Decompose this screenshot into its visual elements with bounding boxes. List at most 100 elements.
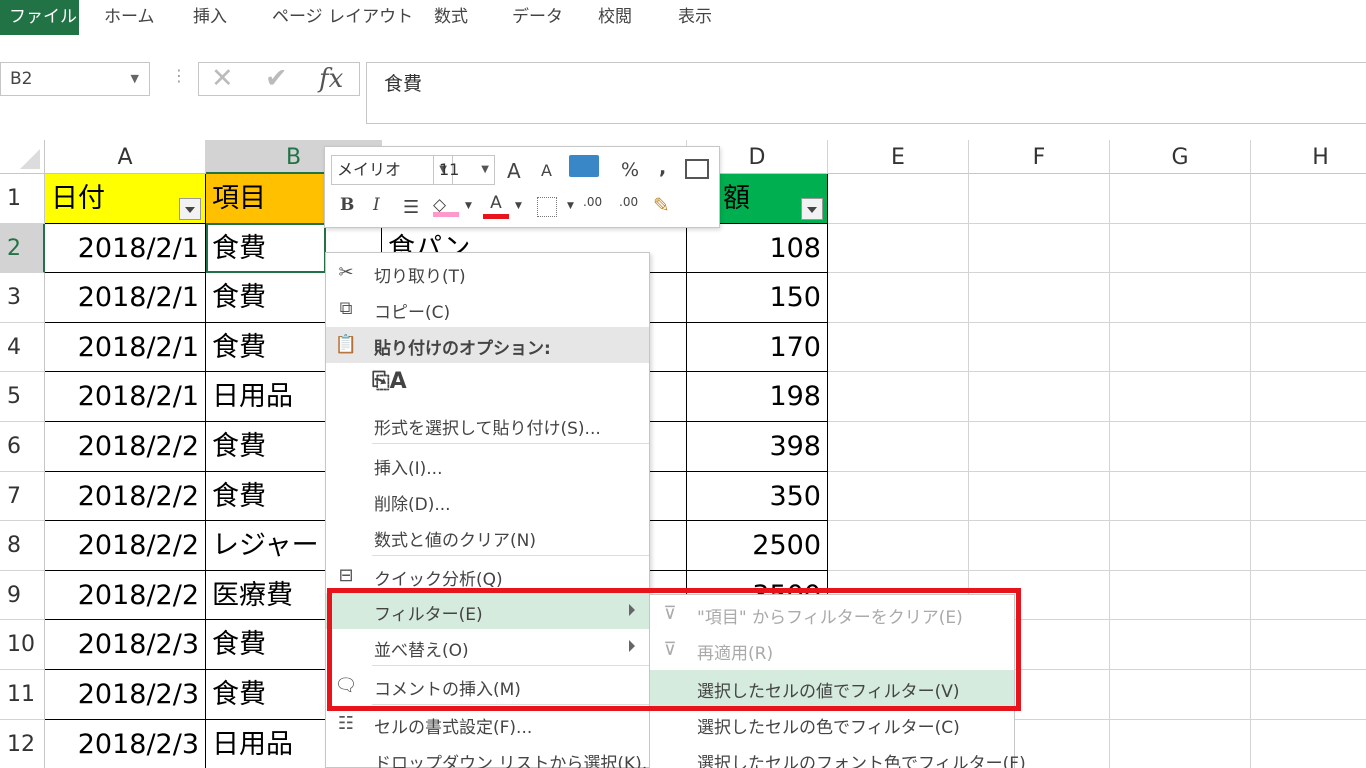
empty-cell[interactable] [1251,224,1366,274]
menu-item-format-cells[interactable]: ☷ セルの書式設定(F)... [326,706,649,742]
empty-cell[interactable] [1251,571,1366,621]
empty-cell[interactable] [969,471,1110,522]
row-header[interactable]: 12 [0,719,45,768]
table-cell-date[interactable]: 2018/2/1 [45,273,206,323]
empty-cell[interactable] [1251,372,1366,422]
empty-cell[interactable] [828,273,969,323]
table-cell-date[interactable]: 2018/2/3 [45,719,206,768]
empty-cell[interactable] [828,372,969,422]
formula-input[interactable]: 食費 [366,62,1366,124]
col-header-g[interactable]: G [1110,140,1251,174]
table-cell-amount[interactable]: 170 [687,322,828,373]
col-header-e[interactable]: E [828,140,969,174]
align-center-icon[interactable]: ☰ [403,197,419,218]
grip-icon[interactable]: ⋮ [171,66,187,85]
empty-cell[interactable] [1110,174,1251,224]
percent-icon[interactable]: % [621,159,639,181]
comma-icon[interactable]: , [659,157,666,179]
empty-cell[interactable] [1110,670,1251,720]
insert-function-icon[interactable]: fx [319,63,343,95]
empty-cell[interactable] [1251,323,1366,373]
empty-cell[interactable] [828,223,969,274]
menu-item-cut[interactable]: ✂ 切り取り(T) [326,255,649,291]
borders-icon[interactable] [537,197,557,217]
table-cell-amount[interactable]: 398 [687,422,828,472]
bold-icon[interactable]: B [340,195,354,215]
format-icon[interactable] [685,159,709,179]
font-color-icon[interactable]: A [483,193,509,219]
empty-cell[interactable] [1110,471,1251,522]
fill-color-icon[interactable]: ◇ [433,195,459,217]
table-cell-date[interactable]: 2018/2/1 [45,372,206,422]
table-cell-date[interactable]: 2018/2/2 [45,570,206,621]
table-cell-date[interactable]: 2018/2/1 [45,322,206,373]
tab-review[interactable]: 校閲 [598,0,632,35]
chevron-down-icon[interactable]: ▼ [465,201,472,211]
empty-cell[interactable] [1251,720,1366,768]
empty-cell[interactable] [1110,719,1251,768]
filter-dropdown-button[interactable] [801,197,823,220]
format-painter-icon[interactable]: ✎ [653,193,670,217]
tab-view[interactable]: 表示 [678,0,712,35]
empty-cell[interactable] [969,322,1110,373]
font-size-box[interactable]: 11 ▼ [433,155,495,185]
chevron-down-icon[interactable]: ▼ [481,156,489,184]
shrink-font-icon[interactable]: A [541,161,552,180]
menu-item-insert[interactable]: 挿入(I)... [326,447,649,483]
tab-file[interactable]: ファイル [0,0,79,35]
table-cell-date[interactable]: 2018/2/2 [45,521,206,571]
empty-cell[interactable] [828,422,969,472]
row-header[interactable]: 7 [0,471,45,522]
row-header[interactable]: 2 [0,223,45,274]
chevron-down-icon[interactable]: ▼ [567,201,574,211]
chevron-down-icon[interactable]: ▼ [131,63,139,95]
cancel-icon[interactable]: ✕ [211,63,234,95]
grow-font-icon[interactable]: A [507,159,521,183]
row-header[interactable]: 10 [0,620,45,670]
tab-formulas[interactable]: 数式 [434,0,468,35]
empty-cell[interactable] [969,372,1110,422]
table-cell-date[interactable]: 2018/2/3 [45,620,206,670]
italic-icon[interactable]: I [373,195,380,215]
row-header[interactable]: 3 [0,273,45,323]
empty-cell[interactable] [969,521,1110,571]
menu-item-delete[interactable]: 削除(D)... [326,483,649,519]
empty-cell[interactable] [969,273,1110,323]
empty-cell[interactable] [828,174,969,224]
menu-item-clear[interactable]: 数式と値のクリア(N) [326,519,649,555]
menu-item-pick-list[interactable]: ドロップダウン リストから選択(K)... [326,742,658,768]
col-header-f[interactable]: F [969,140,1110,174]
col-header-h[interactable]: H [1251,140,1366,174]
empty-cell[interactable] [1110,570,1251,621]
empty-cell[interactable] [1110,620,1251,670]
empty-cell[interactable] [1110,273,1251,323]
empty-cell[interactable] [969,422,1110,472]
row-header[interactable]: 5 [0,372,45,422]
empty-cell[interactable] [1110,223,1251,274]
menu-item-copy[interactable]: ⧉ コピー(C) [326,291,649,327]
empty-cell[interactable] [1110,322,1251,373]
empty-cell[interactable] [1251,273,1366,323]
select-all-button[interactable] [0,140,45,174]
table-cell-amount[interactable]: 198 [687,372,828,422]
empty-cell[interactable] [969,174,1110,224]
empty-cell[interactable] [828,322,969,373]
tab-home[interactable]: ホーム [104,0,155,35]
row-header[interactable]: 11 [0,670,45,720]
menu-item-filter-by-color[interactable]: 選択したセルの色でフィルター(C) [650,706,1014,742]
currency-icon[interactable] [569,155,599,177]
filter-dropdown-button[interactable] [179,197,201,220]
name-box[interactable]: B2 ▼ [0,62,150,96]
tab-page-layout[interactable]: ページ レイアウト [272,0,413,35]
empty-cell[interactable] [1251,472,1366,522]
empty-cell[interactable] [1251,620,1366,670]
row-header[interactable]: 4 [0,322,45,373]
empty-cell[interactable] [1110,372,1251,422]
empty-cell[interactable] [1251,422,1366,472]
table-cell-amount[interactable]: 150 [687,273,828,323]
decrease-decimal-icon[interactable]: .00 [619,195,638,209]
enter-icon[interactable]: ✔ [265,63,288,95]
menu-item-paste-special[interactable]: 形式を選択して貼り付け(S)... [326,407,649,443]
paste-values-button[interactable]: ⎘A [326,365,649,405]
empty-cell[interactable] [1251,174,1366,224]
